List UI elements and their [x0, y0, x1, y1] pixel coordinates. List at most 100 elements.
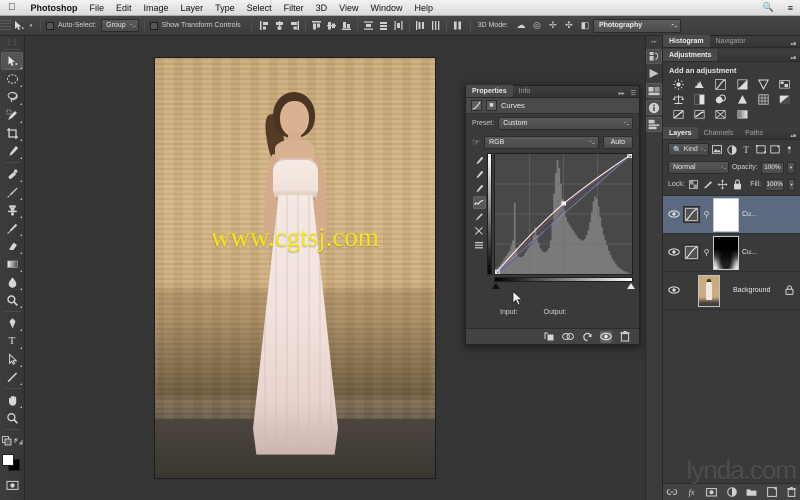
- panel-menu-icon[interactable]: ☰: [628, 90, 639, 97]
- search-icon[interactable]: 🔍: [756, 2, 781, 13]
- move-tool-submenu-icon[interactable]: [20, 67, 22, 69]
- eraser-tool-submenu-icon[interactable]: [20, 252, 22, 254]
- menu-item-image[interactable]: Image: [138, 3, 175, 13]
- menu-item-photoshop[interactable]: Photoshop: [25, 3, 84, 13]
- align-vertical-centers-icon[interactable]: [325, 19, 338, 33]
- opacity-value[interactable]: 100%: [760, 161, 785, 174]
- filter-adjustment-layers-icon[interactable]: [726, 143, 737, 156]
- new-group-icon[interactable]: [746, 487, 757, 498]
- menu-item-type[interactable]: Type: [209, 3, 241, 13]
- hand-tool-submenu-icon[interactable]: [20, 406, 22, 408]
- auto-select-dropdown[interactable]: Group: [101, 19, 139, 32]
- black-point-eyedropper[interactable]: [473, 182, 486, 195]
- reset-adjustment-icon[interactable]: [581, 331, 593, 343]
- info-rail-icon[interactable]: [646, 100, 662, 115]
- brush-tool-submenu-icon[interactable]: [20, 198, 22, 200]
- layer-visibility-icon[interactable]: [667, 209, 680, 220]
- background-layer-thumbnail[interactable]: [698, 274, 720, 307]
- menu-item-view[interactable]: View: [333, 3, 364, 13]
- menu-item-file[interactable]: File: [84, 3, 111, 13]
- tab-navigator[interactable]: Navigator: [710, 35, 752, 47]
- layer-name[interactable]: Cu...: [742, 249, 796, 256]
- table-row[interactable]: ⚲ Cu...: [663, 234, 800, 272]
- eraser-tool[interactable]: [1, 237, 23, 255]
- swap-colors-icon[interactable]: [14, 432, 23, 450]
- filter-smart-objects-icon[interactable]: [769, 143, 780, 156]
- menu-item-help[interactable]: Help: [408, 3, 439, 13]
- pen-tool[interactable]: [1, 314, 23, 332]
- vibrance-icon[interactable]: [754, 78, 773, 91]
- lock-position-icon[interactable]: [717, 178, 728, 191]
- gradient-map-icon[interactable]: [711, 108, 730, 121]
- list-icon[interactable]: ≡: [781, 3, 800, 13]
- distribute-bottom-icon[interactable]: [392, 19, 405, 33]
- white-point-eyedropper[interactable]: [473, 154, 486, 167]
- threshold-icon[interactable]: [690, 108, 709, 121]
- menu-item-select[interactable]: Select: [241, 3, 278, 13]
- tab-adjustments[interactable]: Adjustments: [663, 49, 718, 61]
- tool-preset-chevron-icon[interactable]: ▾: [27, 18, 35, 34]
- curve-display-options[interactable]: [473, 238, 486, 251]
- marquee-tool-submenu-icon[interactable]: [20, 85, 22, 87]
- layers-rail-icon[interactable]: [646, 117, 662, 132]
- quick-selection-tool[interactable]: [1, 106, 23, 124]
- spot-healing-brush-tool[interactable]: [1, 165, 23, 183]
- layer-mask-thumbnail[interactable]: [713, 197, 739, 232]
- show-transform-controls-checkbox[interactable]: [149, 21, 158, 30]
- layer-name[interactable]: Cu...: [742, 211, 796, 218]
- blur-tool-submenu-icon[interactable]: [20, 288, 22, 290]
- auto-button[interactable]: Auto: [602, 136, 633, 149]
- pan-3d-icon[interactable]: ✢: [545, 18, 561, 34]
- path-selection-tool[interactable]: [1, 350, 23, 368]
- opacity-stepper[interactable]: ▾: [787, 161, 795, 174]
- curves-icon[interactable]: [711, 78, 730, 91]
- move-tool[interactable]: [1, 52, 23, 70]
- channel-dropdown[interactable]: RGB: [484, 136, 599, 149]
- gradient-tool[interactable]: [1, 255, 23, 273]
- color-balance-icon[interactable]: [669, 93, 688, 106]
- layer-style-icon[interactable]: fx: [686, 487, 697, 498]
- quick-selection-tool-submenu-icon[interactable]: [20, 121, 22, 123]
- orbit-3d-icon[interactable]: ☁: [513, 18, 529, 34]
- blur-tool[interactable]: [1, 273, 23, 291]
- gradient-tool-submenu-icon[interactable]: [20, 270, 22, 272]
- edit-toolbar-icon[interactable]: [1, 432, 12, 450]
- invert-icon[interactable]: [775, 93, 794, 106]
- line-tool-submenu-icon[interactable]: [20, 383, 22, 385]
- selective-color-icon[interactable]: [732, 108, 751, 121]
- align-top-edges-icon[interactable]: [310, 19, 323, 33]
- apple-icon[interactable]: : [0, 2, 25, 13]
- mini-bridge-icon[interactable]: [646, 49, 662, 64]
- posterize-icon[interactable]: [669, 108, 688, 121]
- distribute-vertical-center-icon[interactable]: [377, 19, 390, 33]
- fill-value[interactable]: 100%: [765, 178, 785, 191]
- hue-saturation-icon[interactable]: [775, 78, 794, 91]
- workspace-switcher[interactable]: Photography: [592, 18, 681, 33]
- pen-tool-submenu-icon[interactable]: [20, 329, 22, 331]
- fill-stepper[interactable]: ▾: [788, 178, 795, 191]
- tab-layers[interactable]: Layers: [663, 127, 698, 139]
- pencil-draw-curve-tool[interactable]: [473, 210, 486, 223]
- add-layer-mask-icon[interactable]: [706, 487, 717, 498]
- align-bottom-edges-icon[interactable]: [340, 19, 353, 33]
- curves-layer-thumbnail[interactable]: [683, 206, 700, 223]
- hand-tool[interactable]: [1, 391, 23, 409]
- tab-channels[interactable]: Channels: [698, 127, 740, 139]
- clone-stamp-tool-submenu-icon[interactable]: [20, 216, 22, 218]
- curve-graph[interactable]: [492, 153, 635, 306]
- distribute-right-icon[interactable]: [451, 19, 464, 33]
- menu-item-edit[interactable]: Edit: [110, 3, 138, 13]
- marquee-tool[interactable]: [1, 70, 23, 88]
- move-tool-icon[interactable]: [11, 18, 27, 34]
- preset-dropdown[interactable]: Custom: [498, 117, 633, 130]
- table-row[interactable]: ⚲ Cu...: [663, 196, 800, 234]
- histogram-panel-menu-icon[interactable]: ▴■: [786, 41, 800, 47]
- lock-image-pixels-icon[interactable]: [703, 178, 713, 191]
- delete-layer-icon[interactable]: [786, 487, 797, 498]
- black-input-slider[interactable]: [492, 283, 500, 289]
- layers-panel-menu-icon[interactable]: ▴■: [786, 133, 800, 139]
- roll-3d-icon[interactable]: ◎: [529, 18, 545, 34]
- eyedropper-tool-submenu-icon[interactable]: [20, 157, 22, 159]
- lasso-tool-submenu-icon[interactable]: [20, 103, 22, 105]
- camera-3d-icon[interactable]: ◧: [577, 18, 593, 34]
